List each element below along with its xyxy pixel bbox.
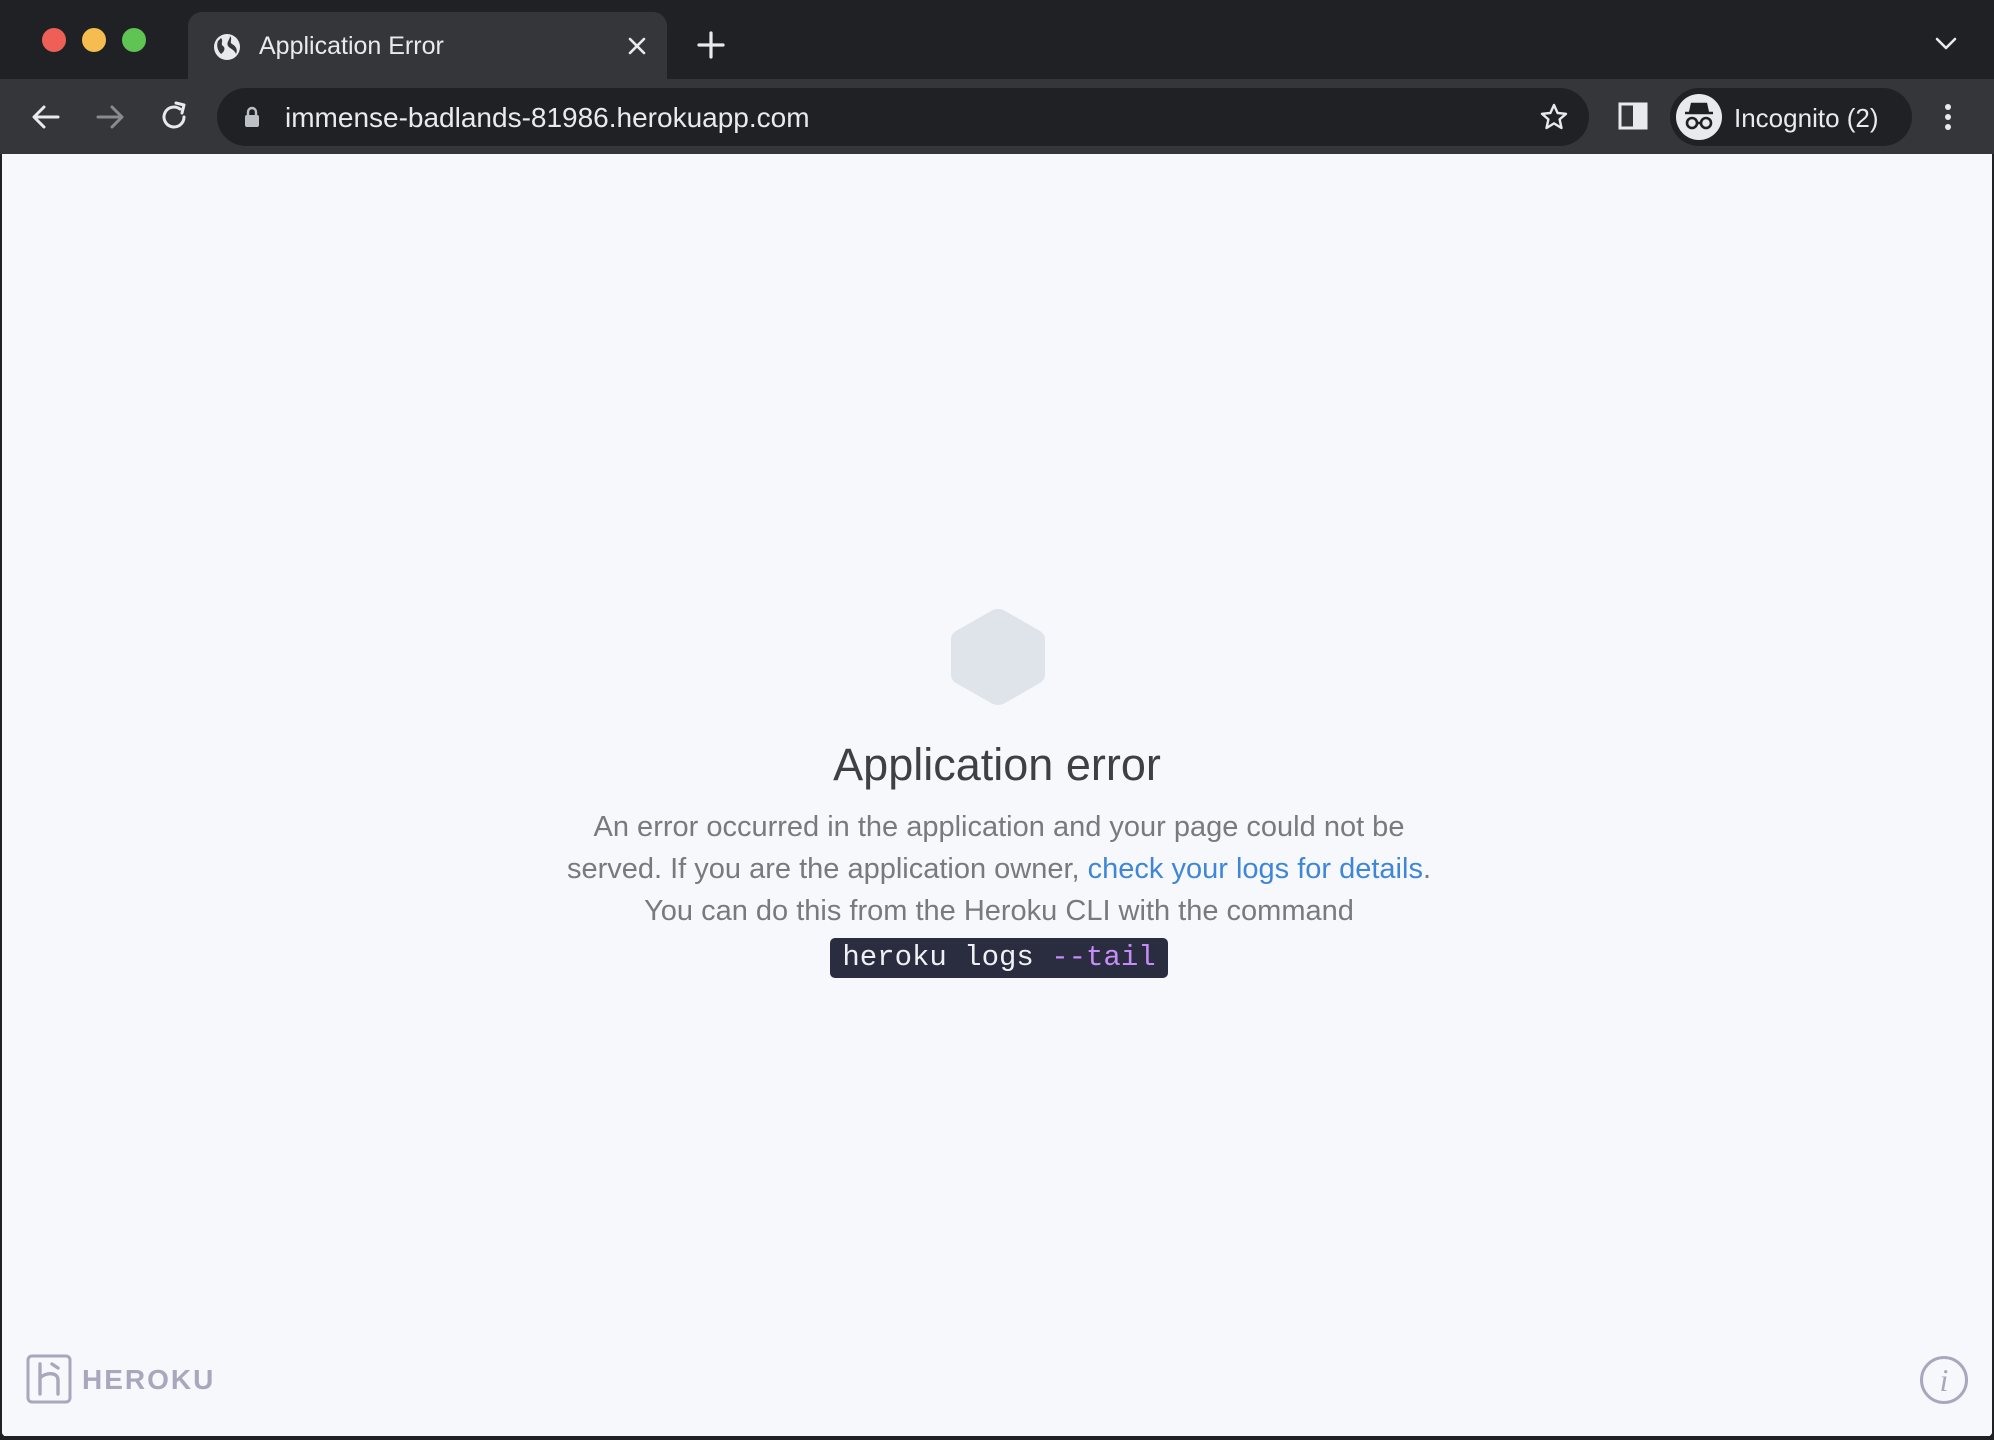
hexagon-icon <box>951 609 1045 705</box>
chevron-down-icon[interactable] <box>1934 36 1958 52</box>
error-text-period: . <box>1422 853 1432 885</box>
browser-toolbar: immense-badlands-81986.herokuapp.com Inc… <box>0 79 1994 154</box>
page-viewport: Application error An error occurred in t… <box>2 154 1992 1436</box>
cli-command: heroku logs --tail <box>830 938 1168 978</box>
side-panel-icon[interactable] <box>1616 99 1650 133</box>
close-window-button[interactable] <box>42 28 66 52</box>
lock-icon[interactable] <box>243 105 261 129</box>
error-description: An error occurred in the application and… <box>542 806 1456 978</box>
incognito-profile-button[interactable]: Incognito (2) <box>1670 88 1912 146</box>
new-tab-icon[interactable] <box>696 30 726 60</box>
heroku-wordmark: HEROKU <box>82 1364 216 1395</box>
maximize-window-button[interactable] <box>122 28 146 52</box>
page-title: Application error <box>833 739 1161 790</box>
incognito-icon <box>1685 102 1713 130</box>
tab-application-error[interactable]: Application Error <box>188 12 667 79</box>
incognito-avatar <box>1676 94 1722 140</box>
more-menu-icon[interactable] <box>1936 101 1960 133</box>
info-icon[interactable]: i <box>1920 1356 1968 1404</box>
heroku-logo-icon <box>26 1354 72 1404</box>
close-tab-icon[interactable] <box>625 34 649 58</box>
logs-link[interactable]: check your logs for details <box>1088 853 1423 885</box>
cli-hint-text: You can do this from the Heroku CLI with… <box>644 895 1354 927</box>
incognito-label: Incognito (2) <box>1734 103 1879 133</box>
minimize-window-button[interactable] <box>82 28 106 52</box>
back-arrow-icon[interactable] <box>28 99 64 135</box>
cli-command-main: heroku logs <box>842 941 1052 974</box>
bookmark-star-icon[interactable] <box>1539 102 1569 132</box>
url-text[interactable]: immense-badlands-81986.herokuapp.com <box>285 102 810 134</box>
reload-icon[interactable] <box>156 99 192 135</box>
address-bar[interactable]: immense-badlands-81986.herokuapp.com <box>217 88 1589 146</box>
forward-arrow-icon[interactable] <box>92 99 128 135</box>
cli-command-flag: --tail <box>1051 941 1156 974</box>
tab-title: Application Error <box>259 32 444 60</box>
globe-icon <box>214 34 240 60</box>
browser-window: Application Error immense-badlands-81986… <box>0 0 1994 1440</box>
tab-strip: Application Error <box>0 0 1994 79</box>
